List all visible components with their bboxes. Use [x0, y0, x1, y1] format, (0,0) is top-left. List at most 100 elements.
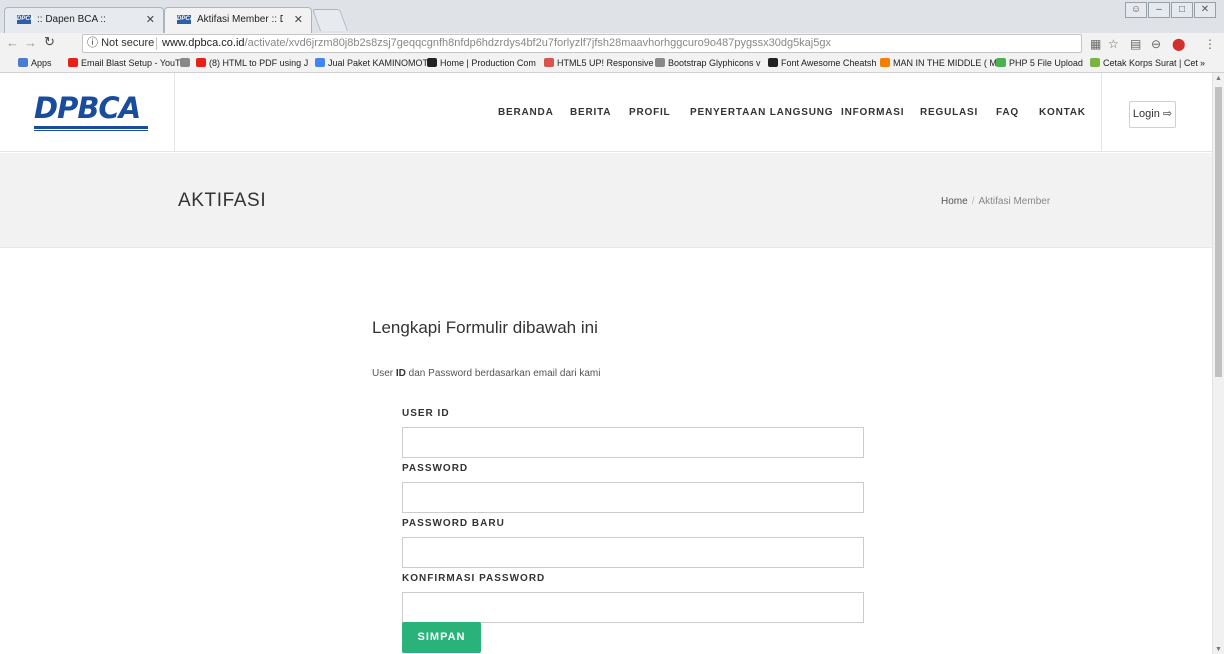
profile-icon[interactable]: ☺	[1125, 2, 1147, 18]
new-password-input[interactable]	[402, 537, 864, 568]
web-page: DPBCA BERANDA BERITA PROFIL PENYERTAAN L…	[0, 73, 1212, 654]
tab-close-icon[interactable]: ✕	[294, 13, 303, 26]
bookmark-item[interactable]: Cetak Korps Surat | Cet	[1090, 58, 1198, 68]
apps-grid-icon	[18, 58, 28, 67]
desc-bold: ID	[395, 368, 406, 379]
menu-icon[interactable]: ⋮	[1204, 37, 1216, 51]
blogger-icon	[880, 58, 890, 67]
page-title-banner: AKTIFASI Home / Aktifasi Member	[0, 153, 1212, 248]
desc-prefix: User	[372, 368, 396, 379]
security-label: Not secure	[101, 37, 155, 49]
submit-button[interactable]: SIMPAN	[402, 622, 481, 653]
scrollbar-thumb[interactable]	[1215, 87, 1222, 377]
nav-kontak[interactable]: KONTAK	[1039, 107, 1086, 118]
bookmark-star-icon[interactable]: ☆	[1108, 37, 1119, 51]
url-text[interactable]: www.dpbca.co.id/activate/xvd6jrzm80j8b2s…	[162, 35, 831, 52]
flag-icon	[768, 58, 778, 67]
login-label: Login	[1132, 108, 1160, 120]
nav-profil[interactable]: PROFIL	[629, 107, 670, 118]
html5-icon	[544, 58, 554, 67]
bookmarks-bar: Apps Email Blast Setup - YouT (8) HTML to …	[0, 55, 1224, 73]
bookmark-label: Bootstrap Glyphicons v	[668, 58, 761, 68]
nav-beranda[interactable]: BERANDA	[498, 107, 554, 118]
nav-informasi[interactable]: INFORMASI	[841, 107, 904, 118]
forward-icon[interactable]: →	[24, 35, 37, 50]
page-icon	[180, 58, 190, 67]
scroll-down-icon[interactable]: ▼	[1215, 646, 1222, 653]
bookmark-item[interactable]: Apps	[18, 58, 52, 68]
confirm-password-input[interactable]	[402, 592, 864, 623]
bookmark-label: Email Blast Setup - YouT	[81, 58, 181, 68]
bookmark-item[interactable]: Home | Production Com	[427, 58, 536, 68]
window-close-icon[interactable]: ✕	[1194, 2, 1216, 18]
more-bookmarks-button[interactable]: »	[1200, 58, 1205, 68]
logo-underline	[34, 126, 148, 129]
breadcrumb-home[interactable]: Home	[941, 196, 968, 207]
logo-container[interactable]: DPBCA	[0, 73, 175, 152]
bookmark-item[interactable]: (8) HTML to PDF using J	[196, 58, 308, 68]
new-tab-button[interactable]	[311, 9, 349, 31]
breadcrumb-current: Aktifasi Member	[978, 196, 1051, 207]
site-logo[interactable]: DPBCA	[34, 91, 141, 125]
maximize-icon[interactable]: □	[1171, 2, 1193, 18]
bookmark-item[interactable]: HTML5 UP! Responsive	[544, 58, 654, 68]
youtube-icon	[196, 58, 206, 67]
nav-penyertaan-langsung[interactable]: PENYERTAAN LANGSUNG	[690, 107, 833, 118]
address-divider	[156, 37, 157, 50]
bookmark-label: (8) HTML to PDF using J	[209, 58, 309, 68]
reload-icon[interactable]: ↻	[44, 34, 55, 50]
extension-icon[interactable]: ▤	[1130, 37, 1141, 51]
security-indicator[interactable]: ⓘ Not secure	[87, 35, 154, 52]
user-id-input[interactable]	[402, 427, 864, 458]
confirm-password-label: KONFIRMASI PASSWORD	[402, 573, 546, 584]
breadcrumb-separator: /	[971, 196, 975, 207]
browser-tab-active[interactable]: DPCA Aktifasi Member :: Dapen B ✕	[164, 7, 312, 33]
bookmark-label: Home | Production Com	[440, 58, 536, 68]
youtube-icon	[68, 58, 78, 67]
adblock-icon[interactable]: ⬤	[1172, 37, 1185, 51]
bookmark-label: Apps	[31, 58, 52, 68]
window-controls: ☺ – □ ✕	[1124, 2, 1216, 18]
leaf-icon	[1090, 58, 1100, 67]
bookmark-item[interactable]: Jual Paket KAMINOMOT	[315, 58, 428, 68]
sign-in-icon: ⇨	[1162, 108, 1173, 120]
login-button[interactable]: Login ⇨	[1129, 101, 1176, 128]
tab-close-icon[interactable]: ✕	[146, 13, 155, 26]
bookmark-item[interactable]: MAN IN THE MIDDLE ( M	[880, 58, 997, 68]
browser-tab-strip: DPCA :: Dapen BCA :: ✕ DPCA Aktifasi Mem…	[0, 0, 1224, 33]
bookmark-item[interactable]: PHP 5 File Upload	[996, 58, 1083, 68]
bookmark-item[interactable]: Font Awesome Cheatsh	[768, 58, 876, 68]
site-favicon-icon: DPCA	[17, 15, 35, 24]
nav-berita[interactable]: BERITA	[570, 107, 611, 118]
bookmark-label: Font Awesome Cheatsh	[781, 58, 877, 68]
bookmark-item[interactable]	[180, 58, 193, 68]
tab-title: :: Dapen BCA ::	[37, 14, 106, 25]
back-icon[interactable]: ←	[6, 35, 19, 50]
page-icon	[655, 58, 665, 67]
bookmark-label: PHP 5 File Upload	[1009, 58, 1083, 68]
password-input[interactable]	[402, 482, 864, 513]
translate-icon[interactable]: ▦	[1090, 37, 1101, 51]
google-icon	[315, 58, 325, 67]
url-path: /activate/xvd6jrzm80j8b2s8zsj7geqqcgnfh8…	[244, 37, 831, 49]
nav-regulasi[interactable]: REGULASI	[920, 107, 978, 118]
form-heading: Lengkapi Formulir dibawah ini	[372, 318, 598, 337]
address-bar[interactable]: ⓘ Not secure www.dpbca.co.id/activate/xv…	[82, 34, 1082, 53]
minimize-icon[interactable]: –	[1148, 2, 1170, 18]
password-label: PASSWORD	[402, 463, 469, 474]
bookmark-label: MAN IN THE MIDDLE ( M	[893, 58, 997, 68]
scroll-up-icon[interactable]: ▲	[1215, 75, 1222, 82]
bookmark-item[interactable]: Email Blast Setup - YouT	[68, 58, 181, 68]
bookmark-label: HTML5 UP! Responsive	[557, 58, 654, 68]
page-scrollbar[interactable]: ▲ ▼	[1212, 73, 1224, 654]
bookmark-item[interactable]: Bootstrap Glyphicons v	[655, 58, 761, 68]
flag-icon	[427, 58, 437, 67]
extension-icon[interactable]: ⊖	[1151, 37, 1161, 51]
desc-suffix: dan Password berdasarkan email dari kami	[405, 368, 601, 379]
page-title: AKTIFASI	[178, 190, 267, 211]
browser-tab[interactable]: DPCA :: Dapen BCA :: ✕	[4, 7, 164, 33]
browser-toolbar: ← → ↻ ⓘ Not secure www.dpbca.co.id/activ…	[0, 33, 1224, 55]
nav-faq[interactable]: FAQ	[996, 107, 1019, 118]
logo-underline	[34, 130, 148, 131]
w3schools-icon	[996, 58, 1006, 67]
